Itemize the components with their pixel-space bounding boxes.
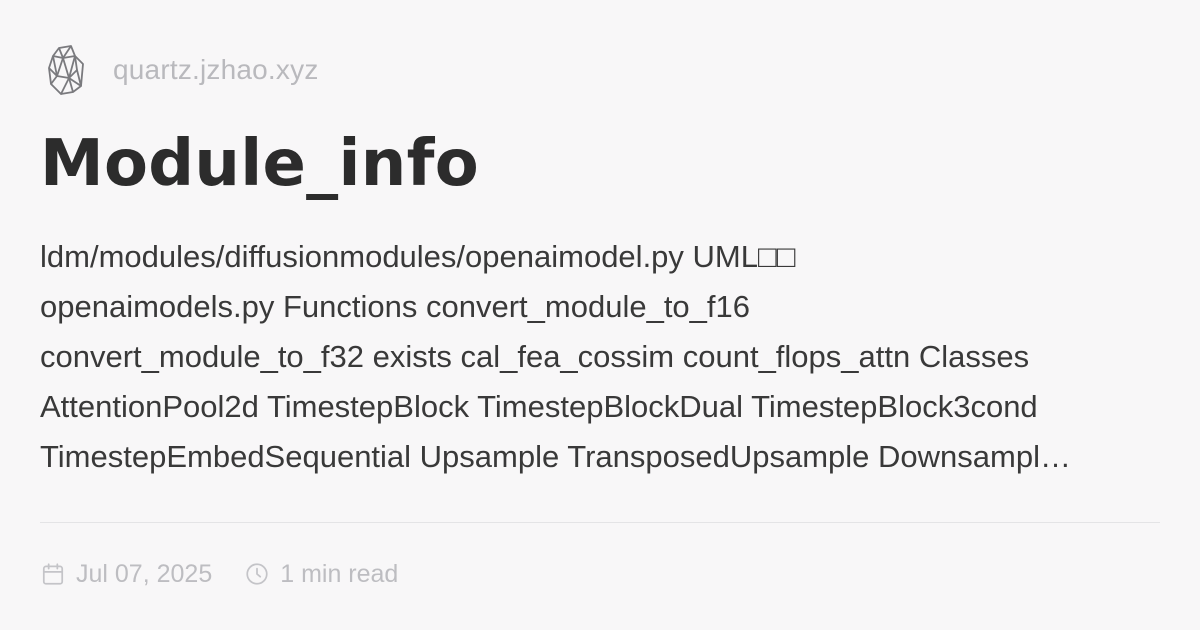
date-text: Jul 07, 2025 <box>76 559 213 588</box>
clock-icon <box>244 561 270 587</box>
divider <box>40 522 1160 523</box>
site-header: quartz.jzhao.xyz <box>40 40 319 100</box>
summary-line: ldm/modules/diffusionmodules/openaimodel… <box>40 239 796 274</box>
page-title: Module_info <box>40 127 479 201</box>
read-time-text: 1 min read <box>280 559 399 588</box>
meta-row: Jul 07, 2025 1 min read <box>40 556 398 592</box>
calendar-icon <box>40 561 66 587</box>
summary-line: openaimodels.py Functions convert_module… <box>40 289 751 324</box>
summary-line: AttentionPool2d TimestepBlock TimestepBl… <box>40 389 1038 424</box>
summary-line: TimestepEmbedSequential Upsample Transpo… <box>40 439 1071 474</box>
summary-line: convert_module_to_f32 exists cal_fea_cos… <box>40 339 1030 374</box>
reading-time: 1 min read <box>244 560 398 589</box>
site-name[interactable]: quartz.jzhao.xyz <box>113 54 319 86</box>
publish-date: Jul 07, 2025 <box>40 560 212 589</box>
page-summary: ldm/modules/diffusionmodules/openaimodel… <box>40 232 1160 482</box>
crystal-logo-icon <box>40 41 94 99</box>
preview-card: quartz.jzhao.xyz Module_info ldm/modules… <box>40 40 1160 590</box>
